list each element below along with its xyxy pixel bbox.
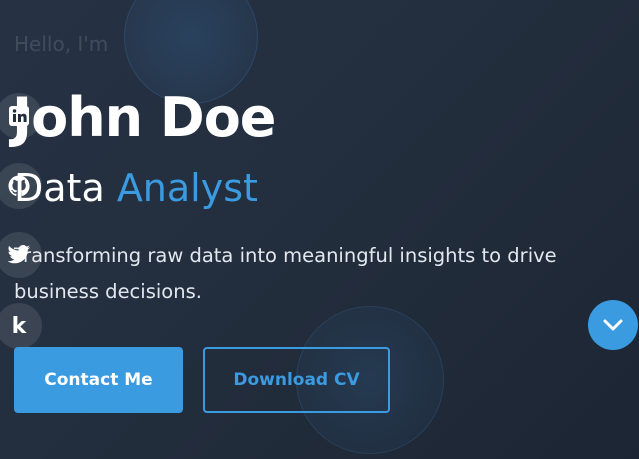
hero-tagline: Transforming raw data into meaningful in…	[14, 244, 557, 303]
twitter-icon	[7, 244, 31, 266]
hero-name: John Doe	[12, 86, 276, 149]
hero-role: Data Analyst	[14, 166, 258, 210]
contact-me-button[interactable]: Contact Me	[14, 347, 183, 413]
kaggle-icon: k	[11, 313, 27, 339]
greeting-text: Hello, I'm	[14, 32, 109, 56]
github-icon	[7, 174, 31, 198]
kaggle-link[interactable]: k	[0, 303, 42, 349]
linkedin-icon	[8, 105, 30, 127]
download-cv-button[interactable]: Download CV	[203, 347, 390, 413]
chevron-down-icon	[602, 318, 624, 332]
role-highlight: Analyst	[116, 166, 258, 210]
scroll-down-button[interactable]	[588, 300, 638, 350]
